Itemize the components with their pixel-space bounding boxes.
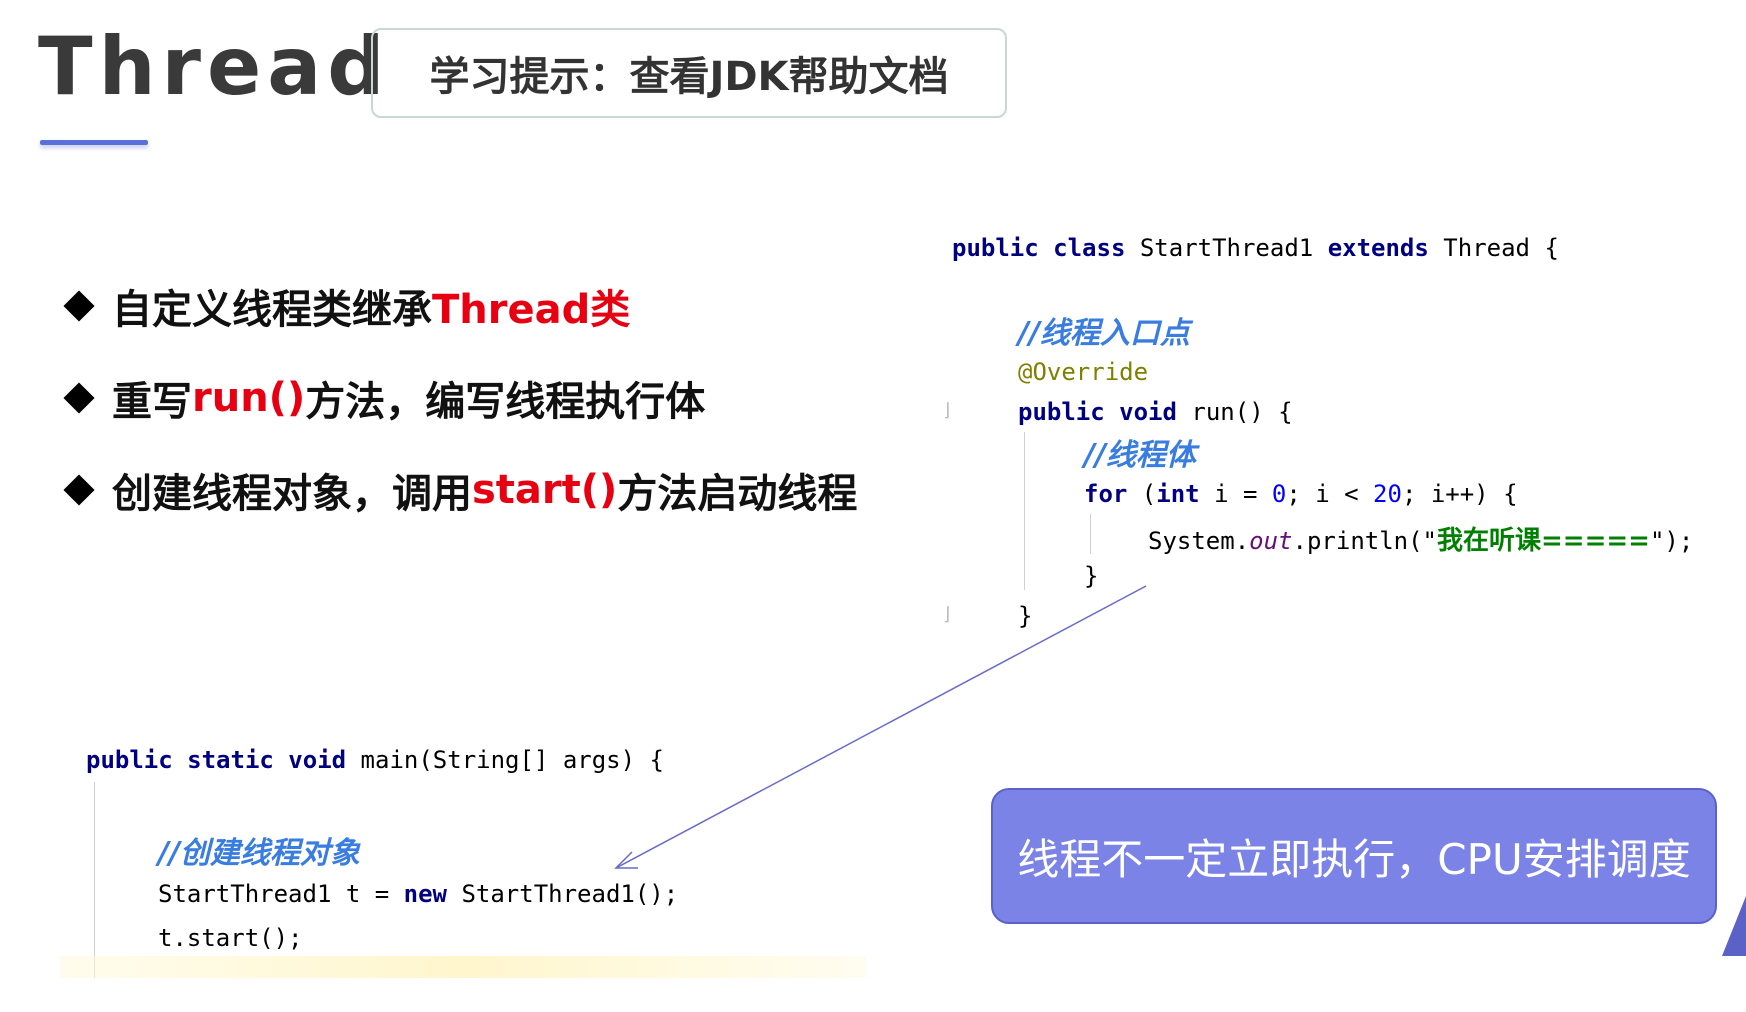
- corner-decoration: [1722, 896, 1746, 956]
- code-text: t.start();: [158, 924, 303, 952]
- callout-text: 线程不一定立即执行，CPU安排调度: [1017, 834, 1691, 884]
- code-keyword: public static void: [86, 746, 347, 774]
- code-line: t.start();: [158, 924, 303, 952]
- code-text: main(String[] args) {: [346, 746, 664, 774]
- code-text: StartThread1();: [447, 880, 679, 908]
- code-text: StartThread1 t =: [158, 880, 404, 908]
- code-line: StartThread1 t = new StartThread1();: [158, 880, 678, 908]
- code-comment: //创建线程对象: [158, 836, 360, 871]
- code-line: //创建线程对象: [158, 828, 360, 872]
- line-highlight: [60, 956, 866, 978]
- code-keyword: new: [403, 880, 447, 908]
- indent-guide: [94, 782, 95, 978]
- callout-box: 线程不一定立即执行，CPU安排调度: [991, 788, 1717, 924]
- code-line: public static void main(String[] args) {: [86, 746, 664, 774]
